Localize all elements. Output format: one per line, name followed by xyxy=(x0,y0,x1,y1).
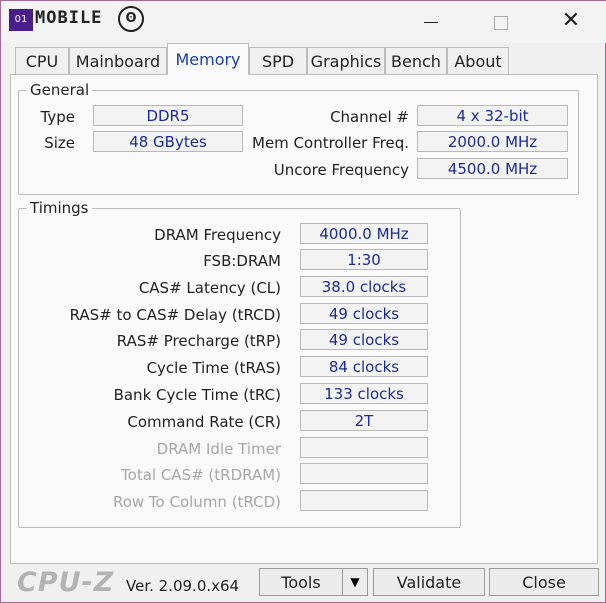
tab-bench[interactable]: Bench xyxy=(385,47,447,74)
channel-label: Channel # xyxy=(330,108,409,126)
tools-button[interactable]: Tools xyxy=(259,568,343,596)
cas-latency-label: CAS# Latency (CL) xyxy=(138,279,281,297)
cycle-time-value: 84 clocks xyxy=(300,356,428,377)
channel-value: 4 x 32-bit xyxy=(417,105,568,126)
total-cas-label: Total CAS# (tRDRAM) xyxy=(121,466,281,484)
row-to-column-value xyxy=(300,490,428,511)
maximize-button[interactable] xyxy=(479,7,523,35)
command-rate-value: 2T xyxy=(300,410,428,431)
app-logo-text: MOBILE xyxy=(35,8,103,28)
tab-mainboard[interactable]: Mainboard xyxy=(69,47,167,74)
command-rate-label: Command Rate (CR) xyxy=(127,413,281,431)
tools-dropdown-button[interactable]: ▼ xyxy=(342,568,368,596)
bank-cycle-time-value: 133 clocks xyxy=(300,383,428,404)
cycle-time-label: Cycle Time (tRAS) xyxy=(146,359,281,377)
mem-controller-freq-label: Mem Controller Freq. xyxy=(252,134,409,152)
minimize-icon xyxy=(424,22,438,23)
timings-group: Timings DRAM Frequency 4000.0 MHz FSB:DR… xyxy=(18,199,461,528)
type-value: DDR5 xyxy=(93,105,243,126)
ras-to-cas-value: 49 clocks xyxy=(300,303,428,324)
cpuz-brand-logo: CPU-Z xyxy=(17,567,115,598)
ras-to-cas-label: RAS# to CAS# Delay (tRCD) xyxy=(69,306,281,324)
version-text: Ver. 2.09.0.x64 xyxy=(126,577,240,595)
uncore-frequency-label: Uncore Frequency xyxy=(273,161,409,179)
ras-precharge-label: RAS# Precharge (tRP) xyxy=(116,332,281,350)
validate-button[interactable]: Validate xyxy=(373,568,485,596)
close-window-button[interactable]: ✕ xyxy=(549,7,593,35)
size-label: Size xyxy=(44,134,75,152)
app-logo-icon: 01 xyxy=(9,9,33,31)
type-label: Type xyxy=(40,108,75,126)
ras-precharge-value: 49 clocks xyxy=(300,329,428,350)
dram-idle-timer-value xyxy=(300,437,428,458)
tab-spd[interactable]: SPD xyxy=(249,47,307,74)
chevron-down-icon: ▼ xyxy=(350,575,360,589)
tab-cpu[interactable]: CPU xyxy=(15,47,69,74)
tab-about[interactable]: About xyxy=(447,47,509,74)
memory-panel: General Type DDR5 Size 48 GBytes Channel… xyxy=(10,74,598,564)
maximize-icon xyxy=(494,15,508,30)
bank-cycle-time-label: Bank Cycle Time (tRC) xyxy=(113,386,281,404)
total-cas-value xyxy=(300,463,428,484)
uncore-frequency-value: 4500.0 MHz xyxy=(417,158,568,179)
tab-graphics[interactable]: Graphics xyxy=(307,47,385,74)
dram-frequency-label: DRAM Frequency xyxy=(154,226,281,244)
dram-frequency-value: 4000.0 MHz xyxy=(300,223,428,244)
minimize-button[interactable] xyxy=(409,7,453,35)
close-button[interactable]: Close xyxy=(489,568,599,596)
fsb-dram-value: 1:30 xyxy=(300,249,428,270)
general-group: General Type DDR5 Size 48 GBytes Channel… xyxy=(18,81,579,195)
dram-idle-timer-label: DRAM Idle Timer xyxy=(156,440,281,458)
fsb-dram-label: FSB:DRAM xyxy=(203,252,281,270)
title-bar: 01 MOBILE ʘ ✕ xyxy=(1,1,606,43)
timings-group-title: Timings xyxy=(27,199,92,217)
general-group-title: General xyxy=(27,81,93,99)
cas-latency-value: 38.0 clocks xyxy=(300,276,428,297)
mem-controller-freq-value: 2000.0 MHz xyxy=(417,131,568,152)
row-to-column-label: Row To Column (tRCD) xyxy=(112,493,281,511)
tab-memory[interactable]: Memory xyxy=(167,43,249,75)
cpuz-window: 01 MOBILE ʘ ✕ CPU Mainboard Memory SPD G… xyxy=(0,0,606,603)
logo-ring-icon: ʘ xyxy=(118,6,144,32)
